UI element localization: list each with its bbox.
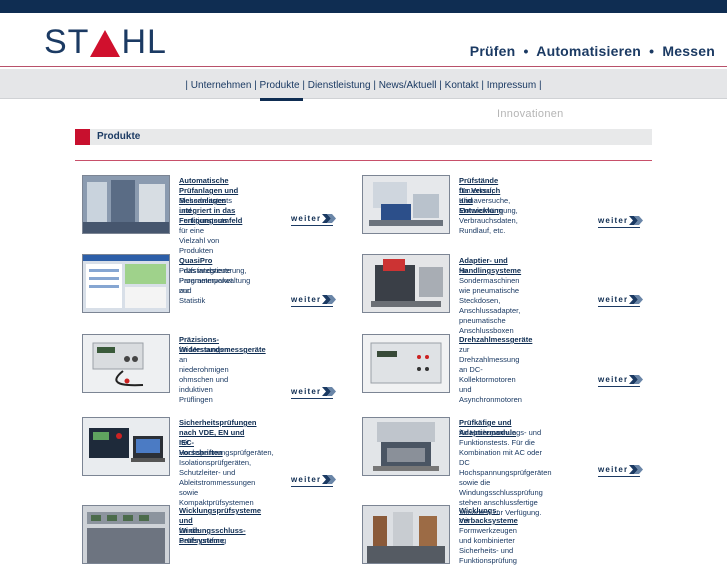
slogan: Prüfen • Automatisieren • Messen bbox=[469, 43, 715, 59]
nav-dienstleistung[interactable]: Dienstleistung bbox=[308, 80, 371, 91]
nav-news-aktuell[interactable]: News/Aktuell bbox=[379, 80, 437, 91]
arrow-right-icon bbox=[629, 375, 644, 384]
product-image[interactable] bbox=[362, 505, 450, 564]
weiter-link[interactable]: weiter bbox=[291, 475, 337, 487]
product-description: Sicherheitstests und Funktionstests für … bbox=[179, 196, 232, 255]
product-image[interactable] bbox=[362, 175, 450, 234]
product-description: für Messungen an niederohmigen ohmschen … bbox=[179, 345, 229, 404]
product-description: für Hochspannungs- und Funktionstests. F… bbox=[459, 428, 552, 517]
weiter-link[interactable]: weiter bbox=[598, 375, 644, 387]
weiter-link[interactable]: weiter bbox=[291, 214, 337, 226]
product-image[interactable] bbox=[82, 334, 170, 393]
section-marker bbox=[75, 129, 90, 145]
weiter-link[interactable]: weiter bbox=[291, 387, 337, 399]
main-nav: | Unternehmen | Produkte | Dienstleistun… bbox=[185, 80, 542, 91]
product-image[interactable] bbox=[362, 254, 450, 313]
product-description: Dauerlauf, Klimaversuche, Motorerwärmung… bbox=[459, 186, 518, 235]
weiter-link[interactable]: weiter bbox=[291, 295, 337, 307]
nav-produkte[interactable]: Produkte bbox=[260, 80, 300, 91]
section-title: Produkte bbox=[97, 131, 141, 142]
product-image[interactable] bbox=[82, 254, 170, 313]
weiter-link[interactable]: weiter bbox=[598, 295, 644, 307]
product-title: Drehzahlmessgeräte bbox=[459, 335, 533, 344]
section-header: Produkte bbox=[75, 129, 652, 145]
nav-kontakt[interactable]: Kontakt bbox=[445, 80, 479, 91]
main-nav-bar: | Unternehmen | Produkte | Dienstleistun… bbox=[0, 69, 727, 99]
arrow-right-icon bbox=[322, 295, 337, 304]
product-description: zur Drehzahlmessung an DC-Kollektormotor… bbox=[459, 345, 522, 404]
stahl-logo[interactable]: ST HL bbox=[44, 23, 167, 61]
logo-text-left: ST bbox=[44, 23, 90, 61]
product-image[interactable] bbox=[82, 417, 170, 476]
nav-impressum[interactable]: Impressum bbox=[487, 80, 536, 91]
nav-unternehmen[interactable]: Unternehmen bbox=[191, 80, 252, 91]
arrow-right-icon bbox=[629, 295, 644, 304]
subnav-innovationen[interactable]: Innovationen bbox=[497, 108, 564, 120]
arrow-right-icon bbox=[629, 465, 644, 474]
product-description: mit Formwerkzeugen und kombinierter Sich… bbox=[459, 516, 517, 565]
logo-text-right: HL bbox=[121, 23, 167, 61]
product-description: für die Serienprüfung bbox=[179, 526, 227, 545]
product-description: für Sondermaschinen wie pneumatische Ste… bbox=[459, 266, 521, 335]
product-description: mit Hochspannungsprüfgeräten, Isolations… bbox=[179, 438, 274, 507]
logo-triangle-icon bbox=[90, 29, 121, 57]
product-image[interactable] bbox=[82, 175, 170, 234]
product-image[interactable] bbox=[362, 334, 450, 393]
arrow-right-icon bbox=[322, 214, 337, 223]
nav-active-indicator bbox=[260, 98, 303, 101]
arrow-right-icon bbox=[322, 475, 337, 484]
arrow-right-icon bbox=[322, 387, 337, 396]
product-image[interactable] bbox=[82, 505, 170, 564]
arrow-right-icon bbox=[629, 216, 644, 225]
product-description: Prüfstandsteuerung, Parameterverwaltung … bbox=[179, 266, 251, 305]
product-image[interactable] bbox=[362, 417, 450, 476]
weiter-link[interactable]: weiter bbox=[598, 216, 644, 228]
weiter-link[interactable]: weiter bbox=[598, 465, 644, 477]
top-bar bbox=[0, 0, 727, 13]
header-divider bbox=[0, 66, 727, 67]
section-divider bbox=[75, 160, 652, 161]
